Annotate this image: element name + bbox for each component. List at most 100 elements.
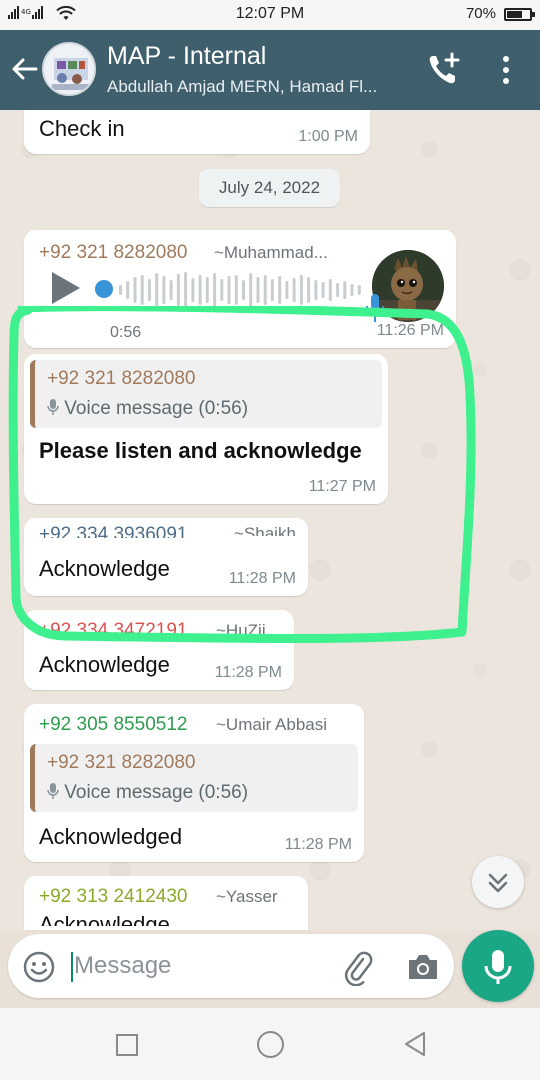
- chat-header: MAP - Internal Abdullah Amjad MERN, Hama…: [0, 30, 540, 110]
- scroll-down-button[interactable]: [472, 856, 524, 908]
- waveform-bar: [169, 280, 173, 300]
- arrow-left-icon[interactable]: [8, 52, 42, 86]
- recents-button[interactable]: [116, 1034, 138, 1056]
- date-divider: July 24, 2022: [199, 169, 340, 207]
- chat-title[interactable]: MAP - Internal: [107, 42, 266, 71]
- quoted-text: Voice message (0:56): [47, 398, 248, 420]
- waveform-bar: [249, 273, 253, 307]
- message-sender[interactable]: +92 313 2412430: [39, 886, 187, 908]
- voice-duration: 0:56: [110, 324, 142, 341]
- message-input[interactable]: [74, 944, 324, 988]
- message-sender-alias: ~Yasser: [216, 887, 278, 906]
- battery-icon: [504, 8, 535, 21]
- waveform-bar: [155, 273, 159, 307]
- waveform-bar: [357, 285, 361, 295]
- reply-message-bubble[interactable]: +92 321 8282080 Voice message (0:56) Ple…: [24, 354, 388, 504]
- system-navigation-bar: [0, 1008, 540, 1080]
- chat-subtitle[interactable]: Abdullah Amjad MERN, Hamad Fl...: [107, 77, 412, 97]
- message-time: 11:28 PM: [284, 836, 352, 853]
- message-text: Please listen and acknowledge: [39, 438, 362, 463]
- waveform-bar: [220, 279, 224, 301]
- text-caret: [71, 952, 73, 982]
- message-sender[interactable]: +92 321 8282080: [39, 242, 187, 264]
- voice-message-bubble[interactable]: +92 321 8282080 ~Muhammad... 0:56 11:26 …: [24, 230, 456, 348]
- quoted-text-label: Voice message (0:56): [64, 782, 249, 803]
- voice-waveform[interactable]: [118, 268, 364, 312]
- voice-record-button[interactable]: [462, 930, 534, 1002]
- message-time: 11:28 PM: [214, 664, 282, 681]
- waveform-bar: [270, 279, 274, 301]
- play-icon[interactable]: [48, 268, 84, 308]
- more-vertical-icon[interactable]: [494, 52, 518, 88]
- message-sender[interactable]: +92 305 8550512: [39, 714, 187, 736]
- message-time: 11:27 PM: [308, 478, 376, 495]
- message-text: Acknowledge: [39, 652, 170, 677]
- back-triangle-icon[interactable]: [402, 1030, 428, 1058]
- waveform-bar: [299, 275, 303, 305]
- message-bubble[interactable]: +92 313 2412430 ~Yasser Acknowledge: [24, 876, 308, 930]
- waveform-bar: [162, 276, 166, 304]
- status-bar: 4G 12:07 PM 70%: [0, 0, 540, 30]
- message-time: 11:26 PM: [376, 322, 444, 339]
- microphone-icon: [366, 294, 384, 322]
- waveform-bar: [234, 275, 238, 305]
- message-sender-alias: ~Shaikh: [234, 524, 296, 536]
- message-text: Acknowledged: [39, 824, 183, 849]
- waveform-bar: [242, 280, 245, 300]
- waveform-bar: [314, 280, 318, 300]
- waveform-bar: [147, 279, 151, 301]
- message-text: Acknowledge: [39, 556, 170, 581]
- status-time: 12:07 PM: [235, 5, 305, 22]
- waveform-bar: [343, 281, 347, 299]
- waveform-bar: [256, 277, 260, 303]
- waveform-bar: [307, 277, 311, 303]
- quoted-message[interactable]: +92 321 8282080 Voice message (0:56): [30, 744, 358, 812]
- reply-message-bubble[interactable]: +92 305 8550512 ~Umair Abbasi +92 321 82…: [24, 704, 364, 862]
- message-sender-alias: ~HuZii: [216, 621, 266, 640]
- waveform-bar: [184, 272, 188, 308]
- waveform-bar: [321, 282, 325, 298]
- home-button[interactable]: [257, 1031, 284, 1058]
- quoted-text: Voice message (0:56): [47, 782, 248, 804]
- call-add-icon[interactable]: [424, 50, 464, 90]
- microphone-icon: [47, 399, 59, 415]
- waveform-bar: [292, 278, 296, 302]
- voice-seek-handle[interactable]: [95, 280, 113, 298]
- waveform-bar: [263, 275, 267, 305]
- quoted-text-label: Voice message (0:56): [64, 398, 249, 419]
- message-time: 1:00 PM: [298, 128, 358, 145]
- message-text: Check in: [39, 116, 125, 141]
- message-composer: [8, 934, 454, 998]
- message-sender-alias: ~Umair Abbasi: [216, 715, 328, 734]
- waveform-bar: [278, 276, 282, 304]
- waveform-bar: [336, 283, 340, 297]
- waveform-bar: [205, 277, 209, 303]
- message-list[interactable]: Check in 1:00 PM July 24, 2022 +92 321 8…: [0, 110, 540, 930]
- paperclip-icon[interactable]: [338, 948, 376, 986]
- quoted-message[interactable]: +92 321 8282080 Voice message (0:56): [30, 360, 382, 428]
- microphone-icon: [47, 783, 59, 799]
- waveform-bar: [227, 276, 231, 304]
- waveform-bar: [328, 279, 332, 301]
- waveform-bar: [350, 284, 354, 296]
- waveform-bar: [126, 281, 130, 299]
- message-text: Acknowledge: [39, 912, 170, 926]
- microphone-icon: [484, 950, 512, 984]
- emoji-icon[interactable]: [22, 950, 56, 984]
- group-avatar[interactable]: [42, 42, 96, 96]
- waveform-bar: [213, 273, 217, 307]
- waveform-bar: [140, 275, 144, 305]
- quoted-sender: +92 321 8282080: [47, 752, 196, 773]
- message-bubble[interactable]: +92 334 3472191 ~HuZii Acknowledge 11:28…: [24, 610, 294, 690]
- double-chevron-down-icon: [488, 873, 508, 893]
- message-sender[interactable]: +92 334 3472191: [39, 620, 187, 642]
- camera-icon[interactable]: [404, 948, 442, 986]
- message-bubble[interactable]: Check in 1:00 PM: [24, 110, 370, 154]
- message-sender[interactable]: +92 334 3936091: [39, 524, 187, 538]
- waveform-bar: [285, 281, 289, 299]
- waveform-bar: [191, 278, 195, 302]
- message-bubble[interactable]: +92 334 3936091 ~Shaikh Acknowledge 11:2…: [24, 518, 308, 596]
- waveform-bar: [119, 285, 122, 295]
- waveform-bar: [198, 275, 202, 305]
- quoted-sender: +92 321 8282080: [47, 368, 196, 389]
